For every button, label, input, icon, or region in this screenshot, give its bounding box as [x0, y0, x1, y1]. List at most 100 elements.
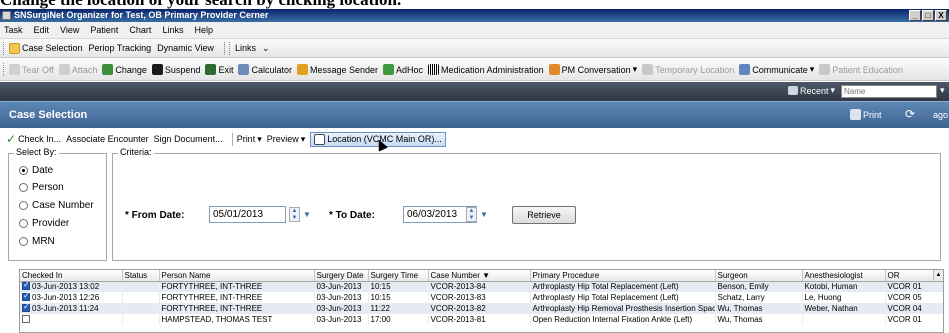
- tear-off-button[interactable]: Tear Off: [9, 64, 54, 75]
- radio-button: [19, 219, 28, 228]
- column-header-surgery-date[interactable]: Surgery Date: [314, 270, 369, 282]
- row-checkbox[interactable]: [22, 281, 30, 291]
- table-row[interactable]: 03-Jun-2013 13:02 FORTYTHREE, INT-THREE …: [20, 281, 943, 292]
- column-header-checked-in[interactable]: Checked In: [20, 270, 123, 282]
- toolbar-grip[interactable]: [3, 41, 6, 55]
- attach-icon: [58, 64, 70, 75]
- column-header-surgery-time[interactable]: Surgery Time: [368, 270, 429, 282]
- exit-button[interactable]: Exit: [205, 64, 233, 75]
- periop-tracking-button[interactable]: Periop Tracking: [89, 43, 152, 53]
- column-header-anesthesiologist[interactable]: Anesthesiologist: [802, 270, 886, 282]
- checkmark-icon: ✓: [6, 132, 17, 146]
- links-button[interactable]: Links: [235, 43, 256, 53]
- medication-administration-button[interactable]: Medication Administration: [428, 64, 544, 75]
- navigation-toolbar: Case Selection Periop Tracking Dynamic V…: [0, 39, 949, 58]
- case-number-cell: VCOR-2013-83: [428, 292, 531, 303]
- person-name-cell: FORTYTHREE, INT-THREE: [159, 281, 315, 292]
- to-date-spinner[interactable]: ▲ ▼: [466, 207, 477, 222]
- radio-button: [19, 237, 28, 246]
- radio-person[interactable]: Person: [19, 182, 64, 193]
- attach-label: Attach: [71, 64, 98, 75]
- row-checkbox[interactable]: [22, 303, 30, 312]
- sign-document-button[interactable]: Sign Document...: [154, 134, 223, 144]
- close-button[interactable]: X: [935, 10, 947, 21]
- action-separator: [231, 132, 233, 146]
- refresh-icon[interactable]: ⟳: [905, 107, 915, 121]
- menu-help[interactable]: Help: [194, 25, 213, 35]
- column-header-surgeon[interactable]: Surgeon: [715, 270, 803, 282]
- patient-education-button[interactable]: Patient Education: [819, 64, 903, 75]
- table-row[interactable]: HAMPSTEAD, THOMAS TEST 03-Jun-2013 17:00…: [20, 314, 943, 325]
- radio-provider[interactable]: Provider: [19, 218, 69, 229]
- radio-case-number[interactable]: Case Number: [19, 200, 94, 211]
- retrieve-button[interactable]: Retrieve: [512, 206, 576, 224]
- communicate-button[interactable]: Communicate ▾: [739, 64, 814, 75]
- surgery-time-cell: 10:15: [368, 292, 429, 303]
- to-date-dropdown-icon[interactable]: ▼: [480, 210, 488, 219]
- surgery-time-cell: 10:15: [368, 281, 429, 292]
- checked-in-cell[interactable]: [20, 314, 123, 325]
- toolbar-grip[interactable]: [3, 63, 6, 76]
- recent-button[interactable]: Recent ▾: [788, 85, 835, 96]
- minimize-button[interactable]: _: [909, 10, 921, 21]
- menu-patient[interactable]: Patient: [90, 25, 118, 35]
- table-row[interactable]: 03-Jun-2013 12:26 FORTYTHREE, INT-THREE …: [20, 292, 943, 303]
- person-name-cell: FORTYTHREE, INT-THREE: [159, 303, 315, 314]
- print-button[interactable]: Print: [850, 109, 882, 120]
- case-selection-button[interactable]: Case Selection: [9, 42, 83, 54]
- toolbar-grip[interactable]: [228, 41, 232, 55]
- pm-conversation-label: PM Conversation: [561, 64, 631, 75]
- menu-task[interactable]: Task: [4, 25, 23, 35]
- from-date-dropdown-icon[interactable]: ▼: [303, 210, 311, 219]
- radio-date[interactable]: Date: [19, 165, 53, 176]
- page-title: Case Selection: [9, 109, 88, 121]
- associate-encounter-button[interactable]: Associate Encounter: [66, 134, 149, 144]
- folder-icon: [9, 42, 20, 54]
- menu-chart[interactable]: Chart: [129, 25, 151, 35]
- status-cell: [122, 292, 160, 303]
- anesthesiologist-cell: Le, Huong: [802, 292, 886, 303]
- scroll-up-button[interactable]: ▲: [933, 270, 943, 281]
- radio-mrn[interactable]: MRN: [19, 236, 55, 247]
- menu-links[interactable]: Links: [162, 25, 183, 35]
- adhoc-button[interactable]: AdHoc: [383, 64, 423, 75]
- print-label: Print: [863, 109, 882, 120]
- suspend-button[interactable]: Suspend: [151, 64, 200, 75]
- from-date-spinner[interactable]: ▲ ▼: [289, 207, 300, 222]
- column-header-person-name[interactable]: Person Name: [159, 270, 315, 282]
- window-titlebar[interactable]: SNSurgiNet Organizer for Test, OB Primar…: [0, 9, 949, 22]
- calculator-button[interactable]: Calculator: [238, 64, 292, 75]
- print-menu-button[interactable]: Print ▾: [237, 134, 262, 145]
- exit-icon: [205, 64, 217, 75]
- column-header-case-number[interactable]: Case Number ▼: [428, 270, 531, 282]
- maximize-button[interactable]: □: [922, 10, 934, 21]
- change-button[interactable]: Change: [102, 64, 147, 75]
- column-header-status[interactable]: Status: [122, 270, 160, 282]
- row-checkbox[interactable]: [22, 315, 30, 323]
- checked-in-cell[interactable]: 03-Jun-2013 13:02: [20, 281, 123, 292]
- preview-menu-button[interactable]: Preview ▾: [267, 134, 306, 145]
- message-sender-button[interactable]: Message Sender: [296, 64, 378, 75]
- menu-edit[interactable]: Edit: [34, 25, 50, 35]
- row-checkbox[interactable]: [22, 292, 30, 301]
- search-dropdown-icon[interactable]: ▾: [940, 85, 945, 96]
- column-header-primary-procedure[interactable]: Primary Procedure: [530, 270, 716, 282]
- chevron-down-icon: ▾: [830, 85, 836, 95]
- check-in-button[interactable]: ✓ Check In...: [6, 132, 61, 146]
- temporary-location-button[interactable]: Temporary Location: [642, 64, 734, 75]
- menu-view[interactable]: View: [60, 25, 79, 35]
- toolbar-overflow-icon[interactable]: ⌄: [262, 43, 270, 54]
- or-cell: VCOR 05: [885, 292, 943, 303]
- dynamic-view-button[interactable]: Dynamic View: [157, 43, 214, 53]
- attach-button[interactable]: Attach: [58, 64, 98, 75]
- checked-in-cell[interactable]: 03-Jun-2013 11:24: [20, 303, 123, 314]
- patient-name-search-input[interactable]: [841, 85, 937, 98]
- printer-icon: [850, 109, 861, 120]
- pm-conversation-button[interactable]: PM Conversation ▾: [548, 64, 637, 75]
- checked-in-cell[interactable]: 03-Jun-2013 12:26: [20, 292, 123, 303]
- recent-icon: [788, 86, 798, 95]
- table-row[interactable]: 03-Jun-2013 11:24 FORTYTHREE, INT-THREE …: [20, 303, 943, 314]
- calculator-label: Calculator: [251, 64, 292, 75]
- menu-bar: Task Edit View Patient Chart Links Help: [0, 22, 949, 39]
- from-date-field[interactable]: 05/01/2013: [209, 206, 286, 223]
